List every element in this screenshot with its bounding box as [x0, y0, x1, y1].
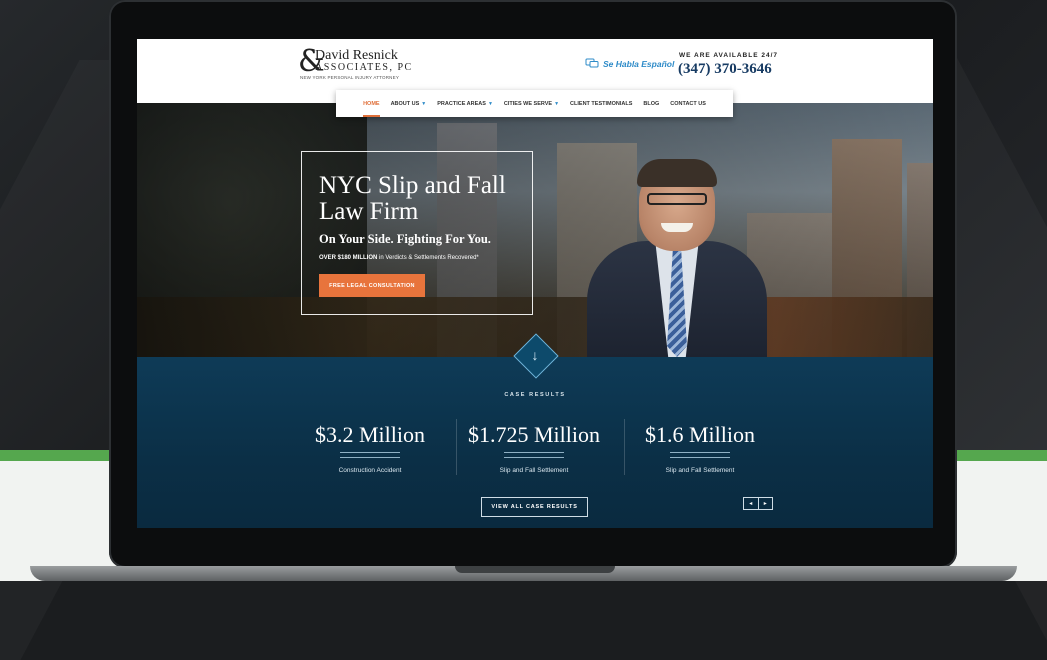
view-all-case-results-button[interactable]: VIEW ALL CASE RESULTS	[481, 497, 588, 517]
availability-text: WE ARE AVAILABLE 24/7	[679, 52, 779, 59]
hero-text-box: NYC Slip and Fall Law Firm On Your Side.…	[301, 151, 533, 315]
logo-associates: ASSOCIATES, PC	[315, 62, 413, 73]
case-results-label: CASE RESULTS	[504, 392, 566, 398]
case-result-amount: $1.6 Million	[644, 422, 755, 447]
case-result-item: $3.2 Million Construction Accident	[285, 422, 455, 474]
hero-section	[137, 103, 933, 357]
attorney-hair	[637, 159, 717, 187]
nav-label: CONTACT US	[670, 100, 706, 107]
carousel-arrows: ◂ ▸	[743, 497, 773, 510]
attorney-photo	[577, 153, 777, 357]
nav-client-testimonials[interactable]: CLIENT TESTIMONIALS	[570, 101, 632, 107]
nav-label: BLOG	[643, 100, 660, 107]
hero-subtitle: On Your Side. Fighting For You.	[319, 232, 491, 246]
nav-label: HOME	[363, 100, 380, 107]
attorney-smile	[661, 223, 693, 232]
attorney-glasses	[647, 193, 707, 205]
nav-label: PRACTICE AREAS	[437, 100, 486, 107]
carousel-next-icon[interactable]: ▸	[759, 498, 773, 509]
espanol-label: Se Habla Español	[603, 58, 675, 69]
nav-cities-we-serve[interactable]: CITIES WE SERVE ▼	[504, 101, 559, 107]
case-result-type: Construction Accident	[338, 467, 402, 474]
website-screen: & David Resnick ASSOCIATES, PC NEW YORK …	[137, 39, 933, 528]
hero-title: NYC Slip and Fall Law Firm	[319, 172, 506, 225]
chevron-down-icon: ▼	[487, 100, 493, 107]
case-result-amount: $3.2 Million	[314, 422, 425, 447]
nav-contact-us[interactable]: CONTACT US	[670, 101, 706, 107]
nav-label: CITIES WE SERVE	[503, 100, 553, 107]
nav-blog[interactable]: BLOG	[643, 101, 659, 107]
case-result-amount: $1.725 Million	[467, 422, 600, 447]
nav-home[interactable]: HOME	[363, 100, 380, 117]
nav-label: CLIENT TESTIMONIALS	[570, 100, 633, 107]
nav-label: ABOUT US	[390, 100, 420, 107]
double-rule	[340, 452, 400, 458]
hero-stat-rest: in Verdicts & Settlements Recovered*	[377, 255, 479, 261]
logo-tagline: NEW YORK PERSONAL INJURY ATTORNEY	[300, 75, 400, 80]
hero-stat: OVER $180 MILLION in Verdicts & Settleme…	[319, 255, 479, 261]
main-nav: HOME ABOUT US ▼ PRACTICE AREAS ▼ CITIES WE…	[336, 90, 733, 117]
case-result-item: $1.6 Million Slip and Fall Settlement	[615, 422, 785, 474]
case-result-item: $1.725 Million Slip and Fall Settlement	[449, 422, 619, 474]
chevron-down-icon: ▼	[554, 100, 560, 107]
free-consultation-button[interactable]: FREE LEGAL CONSULTATION	[319, 274, 425, 297]
nav-about-us[interactable]: ABOUT US ▼	[391, 101, 427, 107]
phone-number[interactable]: (347) 370-3646	[678, 61, 772, 78]
case-results-section: ↓ CASE RESULTS $3.2 Million Construction…	[137, 333, 933, 528]
hero-stat-bold: OVER $180 MILLION	[319, 255, 378, 261]
double-rule	[504, 452, 564, 458]
chevron-down-icon: ▼	[421, 100, 427, 107]
case-result-type: Slip and Fall Settlement	[665, 467, 735, 474]
case-result-type: Slip and Fall Settlement	[499, 467, 569, 474]
hero-overlay	[137, 103, 933, 357]
double-rule	[670, 452, 730, 458]
arrow-down-icon: ↓	[531, 347, 539, 363]
laptop-notch	[455, 566, 615, 573]
nav-practice-areas[interactable]: PRACTICE AREAS ▼	[437, 101, 493, 107]
carousel-prev-icon[interactable]: ◂	[744, 498, 759, 509]
chat-bubble-icon	[585, 58, 599, 68]
espanol-link[interactable]: Se Habla Español	[585, 58, 674, 69]
